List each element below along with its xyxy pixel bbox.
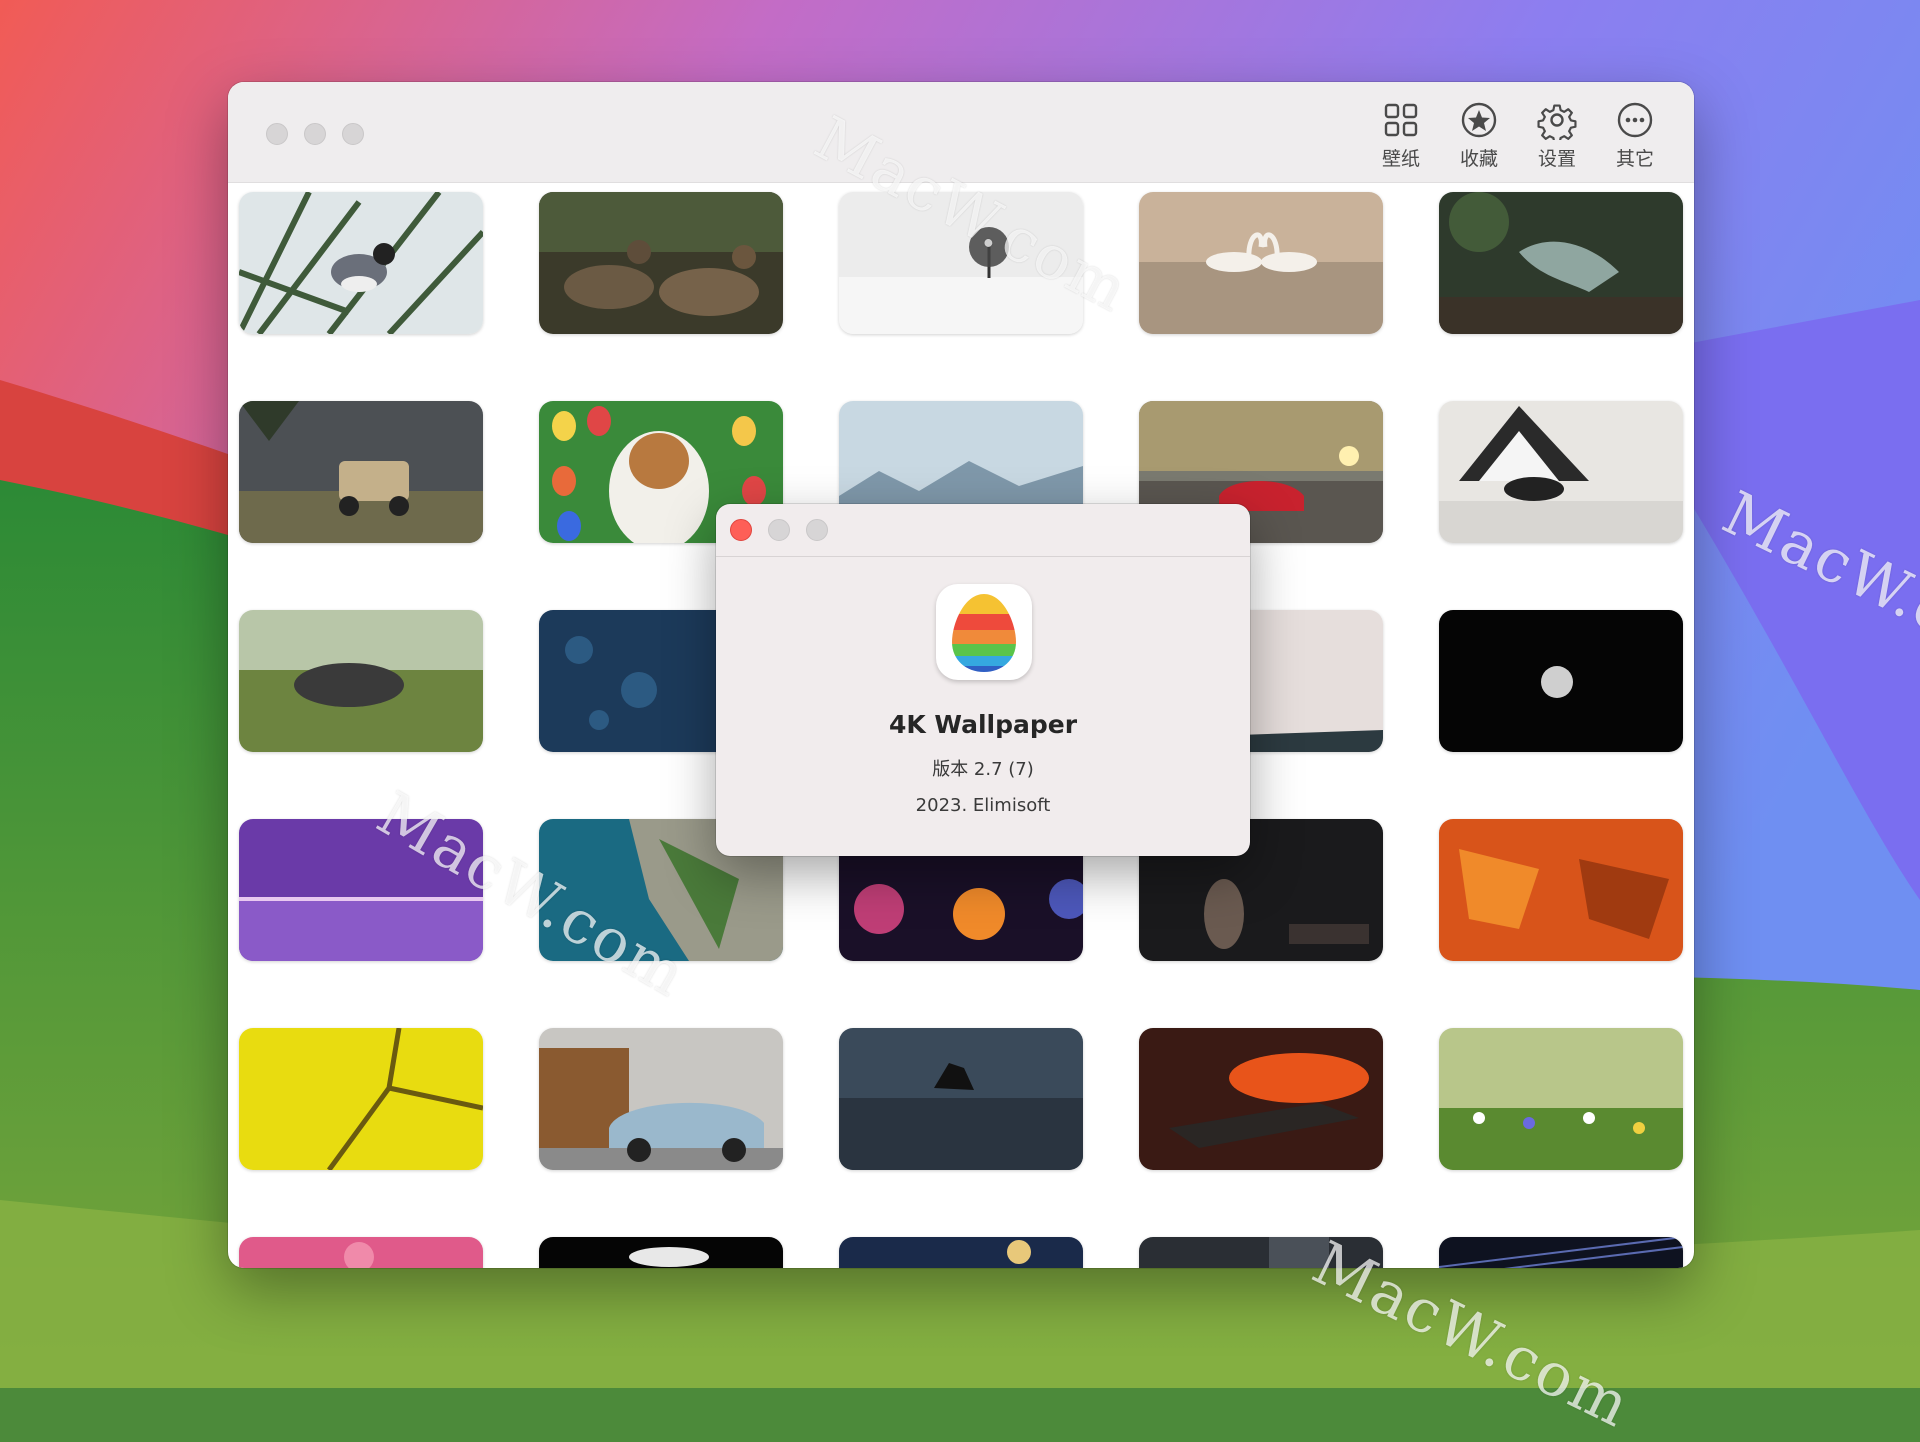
wallpaper-thumb-bird[interactable] xyxy=(239,192,483,334)
rainbow-egg-icon xyxy=(952,594,1016,672)
wallpaper-thumb-star-trails[interactable] xyxy=(1439,1237,1683,1268)
about-close-button[interactable] xyxy=(730,519,752,541)
toolbar: 壁纸 收藏 设置 其它 xyxy=(1366,100,1670,172)
app-icon xyxy=(936,584,1032,680)
grid-icon xyxy=(1384,103,1418,137)
wallpaper-thumb-wildflowers[interactable] xyxy=(1439,1028,1683,1170)
wallpaper-thumb-tree-fog[interactable] xyxy=(839,192,1083,334)
about-zoom-button[interactable] xyxy=(806,519,828,541)
wallpaper-thumb-deer[interactable] xyxy=(539,192,783,334)
more-label: 其它 xyxy=(1615,148,1654,170)
about-titlebar xyxy=(716,504,1250,557)
app-version: 版本 2.7 (7) xyxy=(932,759,1034,780)
wallpaper-thumb-jet-sunset[interactable] xyxy=(1139,1028,1383,1170)
app-copyright: 2023. Elimisoft xyxy=(915,795,1051,816)
wallpaper-thumb-yellow-cells[interactable] xyxy=(239,1028,483,1170)
wallpaper-thumb-dark-city[interactable] xyxy=(1139,1237,1383,1268)
wallpapers-button[interactable]: 壁纸 xyxy=(1366,100,1436,172)
wallpaper-thumb-dog-teepee[interactable] xyxy=(1439,401,1683,543)
about-window-controls xyxy=(730,519,828,541)
wallpaper-thumb-sea-stack[interactable] xyxy=(839,1028,1083,1170)
favorites-label: 收藏 xyxy=(1459,148,1498,170)
star-circle-icon xyxy=(1461,102,1497,138)
titlebar: 壁纸 收藏 设置 其它 xyxy=(228,82,1694,183)
app-name: 4K Wallpaper xyxy=(888,710,1078,739)
wallpaper-thumb-blue-suv[interactable] xyxy=(539,1028,783,1170)
wallpaper-thumb-dark-silhouette[interactable] xyxy=(539,1237,783,1268)
wallpaper-thumb-seal[interactable] xyxy=(239,610,483,752)
about-dialog: 4K Wallpaper 版本 2.7 (7) 2023. Elimisoft xyxy=(716,504,1250,856)
zoom-button[interactable] xyxy=(342,123,364,145)
wallpaper-thumb-orange-painting[interactable] xyxy=(1439,819,1683,961)
window-controls xyxy=(266,123,364,145)
wallpaper-thumb-iguana[interactable] xyxy=(1439,192,1683,334)
wallpaper-thumb-pink-flowers[interactable] xyxy=(239,1237,483,1268)
close-button[interactable] xyxy=(266,123,288,145)
gear-icon xyxy=(1537,104,1577,140)
wallpaper-thumb-night-lights[interactable] xyxy=(839,1237,1083,1268)
favorites-button[interactable]: 收藏 xyxy=(1444,100,1514,172)
wallpaper-thumb-swans[interactable] xyxy=(1139,192,1383,334)
wallpapers-label: 壁纸 xyxy=(1381,148,1420,170)
wallpaper-thumb-purple-sunset[interactable] xyxy=(239,819,483,961)
more-button[interactable]: 其它 xyxy=(1600,100,1670,172)
wallpaper-thumb-armored-vehicle[interactable] xyxy=(239,401,483,543)
about-minimize-button[interactable] xyxy=(768,519,790,541)
settings-button[interactable]: 设置 xyxy=(1522,100,1592,172)
ellipsis-circle-icon xyxy=(1617,102,1653,138)
minimize-button[interactable] xyxy=(304,123,326,145)
settings-label: 设置 xyxy=(1537,148,1576,170)
wallpaper-thumb-moon[interactable] xyxy=(1439,610,1683,752)
